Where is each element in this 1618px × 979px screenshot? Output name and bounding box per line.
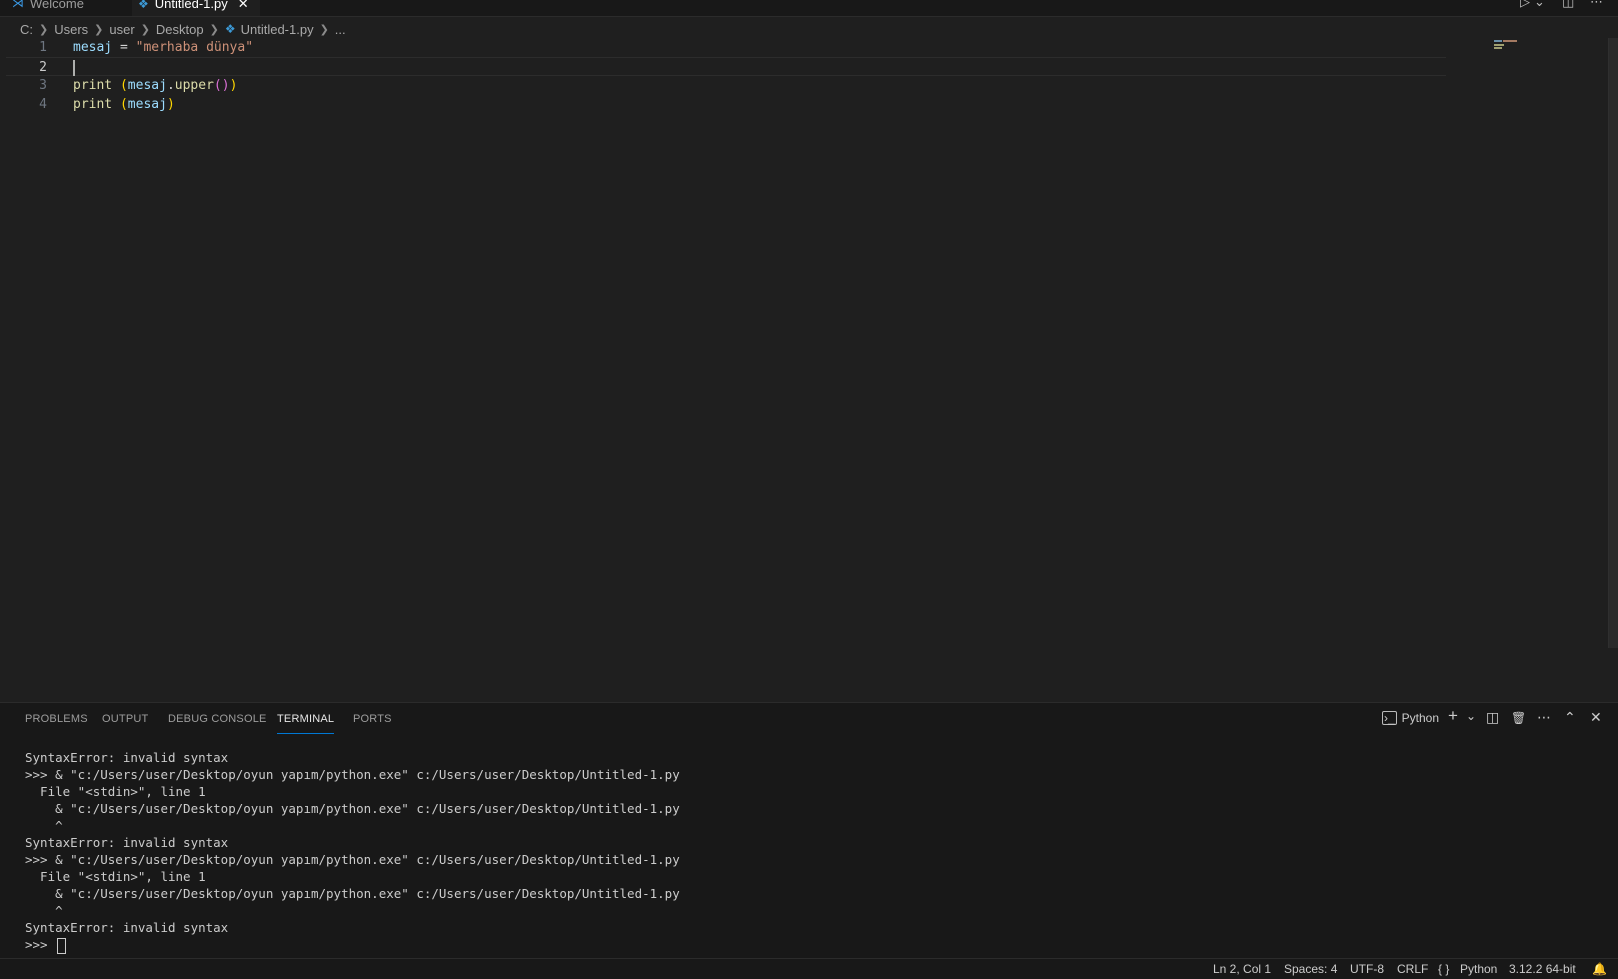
- more-actions-icon[interactable]: ⋯: [1537, 709, 1551, 726]
- terminal-line: File "<stdin>", line 1: [25, 869, 206, 884]
- code-token: upper: [174, 78, 214, 93]
- terminal-line: >>> & "c:/Users/user/Desktop/oyun yapım/…: [25, 767, 680, 782]
- chevron-right-icon: ❯: [94, 23, 104, 36]
- terminal-profile-label: Python: [1401, 711, 1440, 725]
- code-line[interactable]: 3 print (mesaj.upper()): [6, 76, 1446, 95]
- cursor-position[interactable]: Ln 2, Col 1: [1213, 962, 1271, 976]
- terminal-line: File "<stdin>", line 1: [25, 784, 206, 799]
- breadcrumb-item-file[interactable]: Untitled-1.py: [241, 22, 314, 37]
- terminal-cursor: [57, 937, 67, 954]
- breadcrumb-item-symbols[interactable]: ...: [335, 22, 346, 37]
- code-token: (: [119, 78, 128, 93]
- code-token: mesaj: [73, 40, 113, 55]
- terminal-prompt: >>>: [25, 937, 56, 952]
- terminal-line: ^: [25, 818, 63, 833]
- code-line[interactable]: 4 print (mesaj): [6, 95, 1446, 114]
- code-line[interactable]: 2: [6, 57, 1446, 76]
- code-token: ): [229, 78, 238, 93]
- code-token: "merhaba dünya": [135, 40, 254, 55]
- code-token: mesaj: [127, 97, 167, 112]
- code-token: .: [166, 78, 175, 93]
- language-mode[interactable]: Python: [1460, 962, 1497, 976]
- tab-welcome[interactable]: ⋊ Welcome: [12, 0, 130, 16]
- tab-untitled-1-py[interactable]: ❖ Untitled-1.py ✕: [132, 0, 260, 16]
- python-file-icon: ❖: [138, 0, 149, 11]
- vscode-logo-icon: ⋊: [12, 0, 24, 10]
- terminal-line: ^: [25, 903, 63, 918]
- terminal-line: & "c:/Users/user/Desktop/oyun yapım/pyth…: [25, 801, 680, 816]
- braces-icon: { }: [1438, 962, 1450, 976]
- tab-label: Untitled-1.py: [154, 0, 228, 11]
- indentation[interactable]: Spaces: 4: [1284, 962, 1337, 976]
- breadcrumb-item-desktop[interactable]: Desktop: [156, 22, 204, 37]
- run-menu-chevron-icon[interactable]: ⌄: [1534, 0, 1545, 10]
- code-text: print (mesaj): [73, 95, 175, 114]
- notifications-bell-icon[interactable]: 🔔: [1592, 962, 1607, 976]
- chevron-right-icon: ❯: [39, 23, 49, 36]
- split-editor-icon[interactable]: ◫: [1562, 0, 1574, 10]
- kill-terminal-icon[interactable]: 🗑: [1511, 711, 1526, 725]
- minimap[interactable]: [1494, 38, 1522, 50]
- line-number: 3: [39, 78, 47, 93]
- terminal-output[interactable]: SyntaxError: invalid syntax >>> & "c:/Use…: [25, 749, 680, 954]
- end-of-line[interactable]: CRLF: [1397, 962, 1428, 976]
- tab-problems[interactable]: PROBLEMS: [25, 713, 88, 725]
- terminal-line: >>> & "c:/Users/user/Desktop/oyun yapım/…: [25, 852, 680, 867]
- split-terminal-icon[interactable]: ◫: [1486, 709, 1499, 726]
- new-terminal-menu-chevron-icon[interactable]: ⌄: [1466, 709, 1476, 723]
- code-text: print (mesaj.upper()): [73, 76, 237, 95]
- python-file-icon: ❖: [224, 22, 236, 36]
- code-token: =: [112, 40, 136, 55]
- breadcrumb-item-user[interactable]: user: [109, 22, 134, 37]
- line-number: 4: [39, 97, 47, 112]
- run-icon[interactable]: ▷: [1520, 0, 1530, 10]
- terminal-line: & "c:/Users/user/Desktop/oyun yapım/pyth…: [25, 886, 680, 901]
- code-token: (): [213, 78, 230, 93]
- code-line[interactable]: 1 mesaj = "merhaba dünya": [6, 38, 1446, 57]
- code-token: ): [166, 97, 175, 112]
- tab-ports[interactable]: PORTS: [353, 713, 392, 725]
- code-editor[interactable]: 1 mesaj = "merhaba dünya" 2 3 print (mesaj.u…: [6, 38, 1560, 700]
- terminal-profile-selector[interactable]: ›_ Python: [1382, 711, 1439, 725]
- tab-output[interactable]: OUTPUT: [102, 713, 148, 725]
- chevron-right-icon: ❯: [319, 23, 329, 36]
- tab-terminal[interactable]: TERMINAL: [277, 713, 335, 734]
- code-token: mesaj: [127, 78, 167, 93]
- breadcrumb-item-users[interactable]: Users: [54, 22, 88, 37]
- chevron-right-icon: ❯: [140, 23, 150, 36]
- code-token: (: [119, 97, 128, 112]
- breadcrumb-item-drive[interactable]: C:: [20, 22, 33, 37]
- terminal-prompt-line[interactable]: >>>: [25, 936, 680, 954]
- encoding[interactable]: UTF-8: [1350, 962, 1384, 976]
- text-cursor: [73, 60, 75, 76]
- close-tab-icon[interactable]: ✕: [238, 0, 249, 12]
- status-bar: Ln 2, Col 1 Spaces: 4 UTF-8 CRLF { } Pyt…: [0, 958, 1618, 979]
- more-actions-icon[interactable]: ⋯: [1590, 0, 1603, 10]
- terminal-line: SyntaxError: invalid syntax: [25, 750, 229, 765]
- code-token: print: [73, 97, 113, 112]
- bottom-panel: PROBLEMS OUTPUT DEBUG CONSOLE TERMINAL P…: [0, 702, 1618, 959]
- code-token: print: [73, 78, 113, 93]
- terminal-line: SyntaxError: invalid syntax: [25, 920, 229, 935]
- editor-tab-bar: ⋊ Welcome ❖ Untitled-1.py ✕ ▷ ⌄ ◫ ⋯: [0, 0, 1618, 17]
- tab-label: Welcome: [30, 0, 84, 11]
- terminal-icon: ›_: [1382, 711, 1397, 725]
- tab-debug-console[interactable]: DEBUG CONSOLE: [168, 713, 267, 725]
- terminal-line: SyntaxError: invalid syntax: [25, 835, 229, 850]
- editor-scrollbar-thumb[interactable]: [1608, 38, 1618, 648]
- code-text: mesaj = "merhaba dünya": [73, 38, 253, 57]
- chevron-right-icon: ❯: [209, 23, 219, 36]
- line-number: 1: [39, 40, 47, 55]
- line-number: 2: [39, 60, 47, 75]
- maximize-panel-icon[interactable]: ⌃: [1564, 709, 1576, 726]
- breadcrumb: C: ❯ Users ❯ user ❯ Desktop ❯ ❖ Untitled…: [20, 19, 346, 39]
- close-panel-icon[interactable]: ✕: [1590, 709, 1602, 726]
- python-interpreter[interactable]: 3.12.2 64-bit: [1509, 962, 1576, 976]
- new-terminal-icon[interactable]: +: [1448, 706, 1458, 726]
